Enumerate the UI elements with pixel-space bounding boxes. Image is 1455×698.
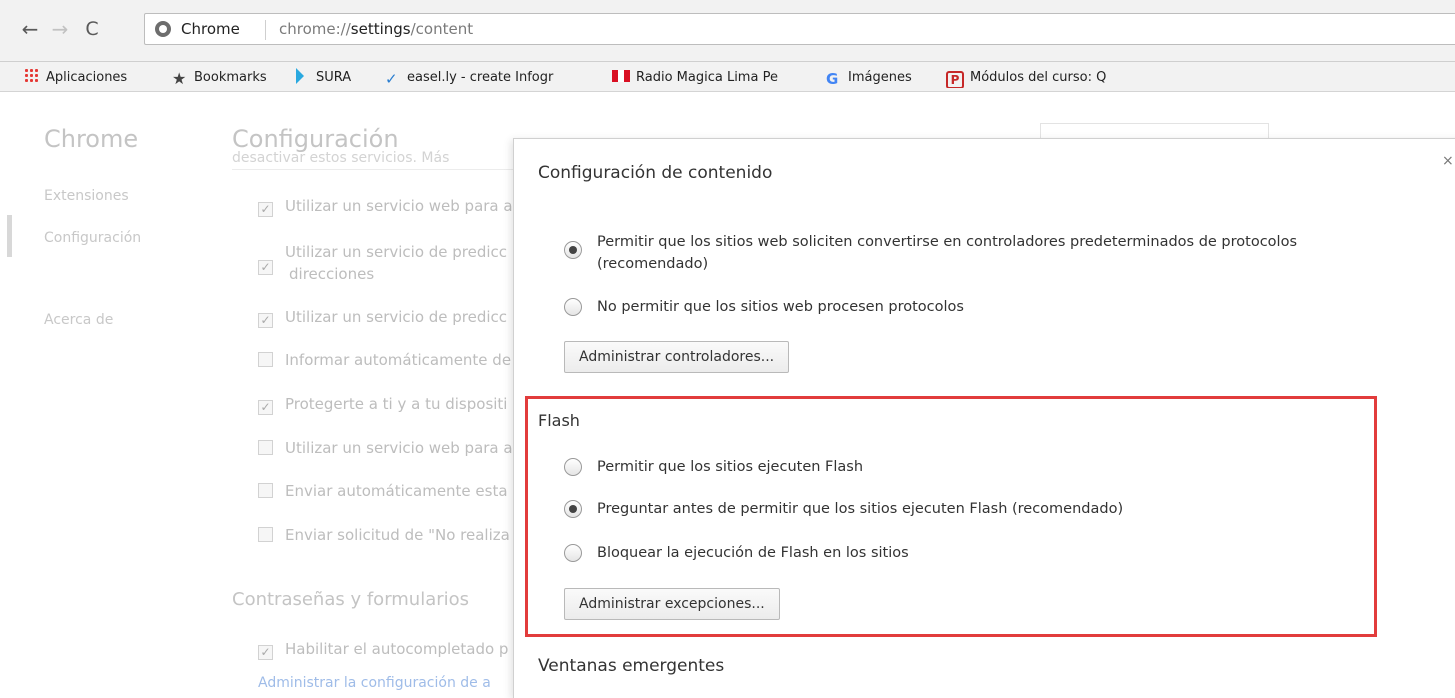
checkbox-row[interactable]: ✓ Utilizar un servicio de predicc — [258, 308, 507, 328]
radio-label: Bloquear la ejecución de Flash en los si… — [597, 545, 909, 561]
manage-autofill-link[interactable]: Administrar la configuración de a — [258, 675, 491, 691]
apps-grid-icon — [24, 68, 40, 84]
radio-label: Permitir que los sitios ejecuten Flash — [597, 459, 864, 475]
reload-icon[interactable]: C — [80, 17, 104, 41]
checkbox-label-continuation: direcciones — [289, 265, 375, 283]
back-arrow-icon[interactable]: ← — [18, 17, 42, 41]
star-icon: ★ — [172, 69, 187, 88]
checkbox-label: Informar automáticamente de — [285, 351, 512, 369]
checkbox-row[interactable]: Enviar automáticamente esta — [258, 482, 508, 500]
checkbox[interactable]: ✓ — [258, 202, 273, 217]
popups-section-heading: Ventanas emergentes — [538, 656, 725, 676]
passwords-section-heading: Contraseñas y formularios — [232, 589, 470, 610]
bookmark-label: SURA — [316, 70, 352, 85]
checkbox-label: Utilizar un servicio web para a — [285, 439, 513, 457]
radio-button[interactable] — [564, 241, 582, 259]
checkbox-label: Utilizar un servicio de predicc — [285, 243, 508, 261]
bookmark-radio-magica[interactable]: Radio Magica Lima Pe — [612, 68, 814, 88]
checkbox[interactable] — [258, 440, 273, 455]
bookmark-label: easel.ly - create Infogr — [407, 70, 554, 85]
manage-handlers-button[interactable]: Administrar controladores... — [564, 341, 790, 373]
origin-chip-label: Chrome — [181, 20, 240, 38]
manage-exceptions-button[interactable]: Administrar excepciones... — [564, 588, 780, 620]
radio-label: Permitir que los sitios web soliciten co… — [597, 234, 1298, 250]
partial-text: desactivar estos servicios. Más — [232, 150, 450, 162]
checkbox-row[interactable]: Informar automáticamente de — [258, 351, 511, 369]
checkbox-row[interactable]: Enviar solicitud de "No realiza — [258, 526, 510, 544]
checkbox-label: Protegerte a ti y a tu dispositi — [285, 395, 508, 413]
checkbox-row[interactable]: ✓ Habilitar el autocompletado p — [258, 640, 508, 660]
radio-label: Preguntar antes de permitir que los siti… — [597, 501, 1124, 517]
address-bar[interactable]: Chrome chrome://settings/content — [144, 13, 1455, 45]
omnibox-separator — [265, 20, 266, 40]
checkbox[interactable]: ✓ — [258, 313, 273, 328]
sidebar-title: Chrome — [44, 125, 139, 153]
url-prefix: chrome:// — [279, 20, 351, 38]
bookmark-sura[interactable]: SURA — [296, 68, 351, 88]
content-settings-dialog: Configuración de contenido × Permitir qu… — [513, 138, 1455, 698]
radio-button[interactable] — [564, 500, 582, 518]
url-host: settings — [350, 20, 411, 38]
checkbox-label: Utilizar un servicio de predicc — [285, 308, 508, 326]
bookmark-label: Módulos del curso: Q — [970, 70, 1107, 85]
sidebar-item-extensiones[interactable]: Extensiones — [44, 188, 129, 204]
bookmark-aplicaciones[interactable]: Aplicaciones — [24, 68, 127, 88]
bookmark-modulos-curso[interactable]: P Módulos del curso: Q — [946, 68, 1156, 88]
checkbox[interactable]: ✓ — [258, 400, 273, 415]
page-title: Configuración — [232, 125, 399, 153]
checkbox[interactable]: ✓ — [258, 645, 273, 660]
radio-flash-ask[interactable]: Preguntar antes de permitir que los siti… — [564, 498, 1123, 520]
sura-icon — [296, 68, 304, 84]
radio-label: No permitir que los sitios web procesen … — [597, 299, 964, 315]
radio-deny-handlers[interactable]: No permitir que los sitios web procesen … — [564, 296, 964, 318]
sidebar-active-indicator — [7, 215, 12, 257]
close-icon[interactable]: × — [1442, 153, 1454, 169]
pluralsight-icon: P — [946, 71, 964, 88]
dialog-title: Configuración de contenido — [538, 163, 773, 183]
checkbox-row[interactable]: Utilizar un servicio web para a — [258, 439, 513, 457]
checkbox[interactable] — [258, 352, 273, 367]
checkbox[interactable]: ✓ — [258, 260, 273, 275]
bookmarks-bar: Aplicaciones ★ Bookmarks SURA ✓ easel.ly -… — [0, 62, 1455, 92]
browser-toolbar: ← → C Chrome chrome://settings/content — [0, 0, 1455, 62]
sidebar-item-acerca-de[interactable]: Acerca de — [44, 312, 113, 328]
radio-button[interactable] — [564, 544, 582, 562]
chrome-page-icon — [155, 21, 171, 37]
flash-section-heading: Flash — [538, 411, 580, 430]
google-icon: G — [826, 70, 839, 88]
bookmark-label: Radio Magica Lima Pe — [636, 70, 778, 85]
url-text[interactable]: chrome://settings/content — [279, 20, 473, 38]
radio-flash-block[interactable]: Bloquear la ejecución de Flash en los si… — [564, 542, 909, 564]
checkbox-label: Habilitar el autocompletado p — [285, 640, 509, 658]
radio-label-continuation: (recomendado) — [597, 256, 709, 272]
sidebar-item-configuracion[interactable]: Configuración — [44, 230, 141, 246]
checkbox-label: Enviar automáticamente esta — [285, 482, 508, 500]
easelly-icon: ✓ — [385, 70, 398, 88]
bookmark-imagenes[interactable]: G Imágenes — [826, 68, 912, 88]
checkbox-label: Utilizar un servicio web para a — [285, 197, 513, 215]
checkbox[interactable] — [258, 527, 273, 542]
forward-arrow-icon[interactable]: → — [48, 17, 72, 41]
checkbox-row[interactable]: ✓ Protegerte a ti y a tu dispositi — [258, 395, 507, 415]
checkbox-label: Enviar solicitud de "No realiza — [285, 526, 510, 544]
url-path: /content — [410, 20, 474, 38]
radio-flash-allow[interactable]: Permitir que los sitios ejecuten Flash — [564, 456, 863, 478]
bookmark-easelly[interactable]: ✓ easel.ly - create Infogr — [385, 68, 595, 88]
bookmark-label: Bookmarks — [194, 70, 267, 85]
checkbox[interactable] — [258, 483, 273, 498]
checkbox-row[interactable]: ✓ Utilizar un servicio web para a — [258, 197, 513, 217]
divider — [232, 169, 532, 170]
radio-button[interactable] — [564, 298, 582, 316]
bookmark-label: Aplicaciones — [46, 70, 128, 85]
bookmark-label: Imágenes — [848, 70, 912, 85]
bookmark-bookmarks[interactable]: ★ Bookmarks — [172, 68, 267, 88]
radio-allow-handlers[interactable]: Permitir que los sitios web soliciten co… — [564, 231, 1297, 275]
peru-flag-icon — [612, 70, 630, 82]
radio-button[interactable] — [564, 458, 582, 476]
